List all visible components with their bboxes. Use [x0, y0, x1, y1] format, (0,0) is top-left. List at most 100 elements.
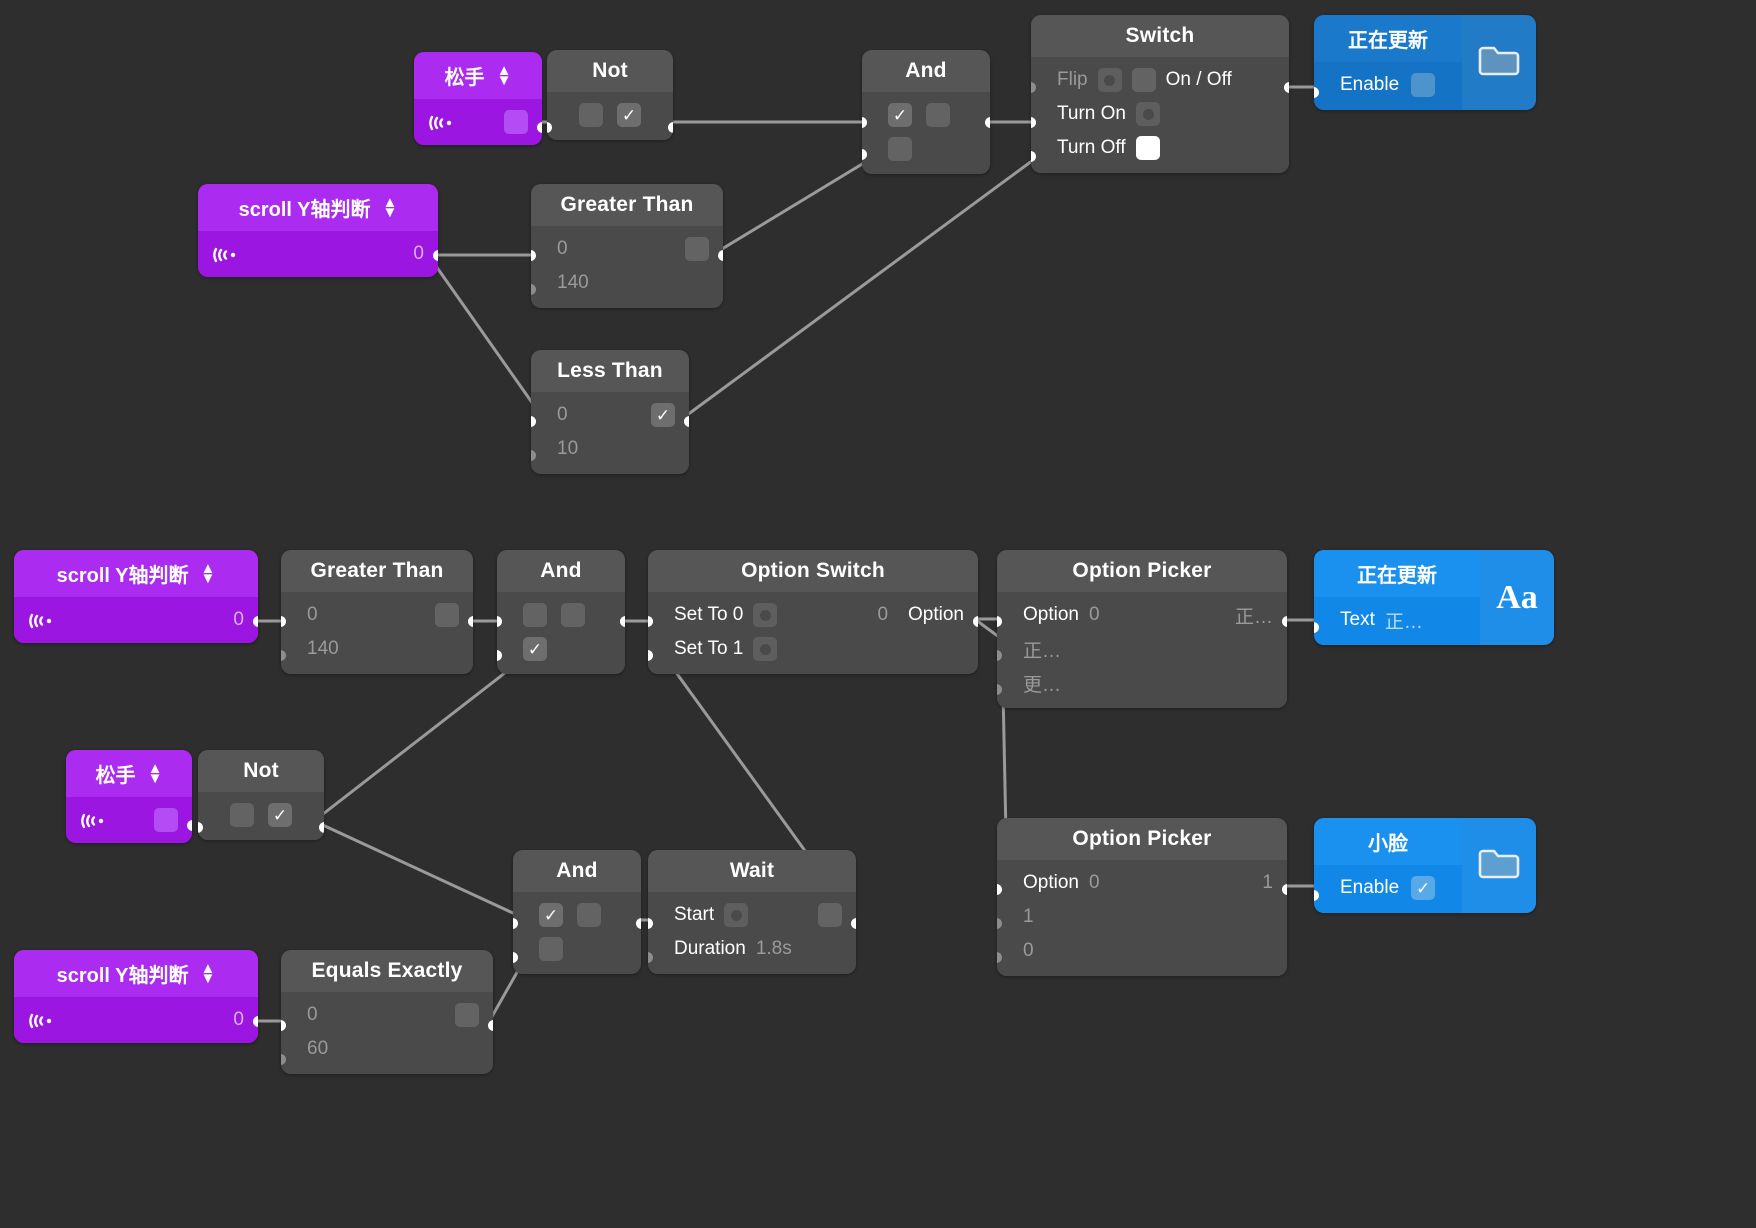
not-output-checkbox[interactable]: ✓ [268, 803, 292, 827]
chevron-updown-icon[interactable]: ▲ ▼ [148, 761, 163, 785]
trigger-state-toggle[interactable] [504, 110, 528, 134]
output-port[interactable] [718, 250, 723, 261]
output-port[interactable] [488, 1020, 493, 1031]
node-not-top[interactable]: Not ✓ [547, 50, 673, 140]
gt-input-a-value[interactable]: 0 [307, 604, 318, 626]
option-item-0[interactable]: 1 [1023, 906, 1034, 928]
and-input-2-checkbox[interactable] [539, 937, 563, 961]
node-title: Greater Than [281, 550, 473, 592]
output-port[interactable] [636, 918, 641, 929]
option-item-0[interactable]: 正… [1023, 636, 1061, 663]
output-port[interactable] [537, 122, 542, 133]
switch-flip-label: Flip [1057, 69, 1088, 90]
eq-input-a-row: 0 [281, 998, 493, 1032]
output-port[interactable] [851, 918, 856, 929]
eq-output-indicator[interactable] [455, 1003, 479, 1027]
node-trigger-release-mid[interactable]: 松手 ▲ ▼ [66, 750, 192, 843]
output-port[interactable] [468, 616, 473, 627]
output-port[interactable] [985, 117, 990, 128]
node-wait[interactable]: Wait Start Duration 1.8s [648, 850, 856, 974]
node-option-picker-top[interactable]: Option Picker Option 0 正… 正… 更… [997, 550, 1287, 708]
wait-output-indicator[interactable] [818, 903, 842, 927]
node-scroll-y-top[interactable]: scroll Y轴判断 ▲ ▼ 0 [198, 184, 438, 277]
and-input-2-checkbox[interactable] [888, 137, 912, 161]
chevron-updown-icon[interactable]: ▲ ▼ [201, 961, 216, 985]
and-input-1-checkbox[interactable]: ✓ [539, 903, 563, 927]
node-less-than-top[interactable]: Less Than 0 ✓ 10 [531, 350, 689, 474]
and-output-indicator[interactable] [926, 103, 950, 127]
node-trigger-release-top[interactable]: 松手 ▲ ▼ [414, 52, 542, 145]
node-option-picker-bottom[interactable]: Option Picker Option 0 1 1 0 [997, 818, 1287, 976]
node-body: Set To 0 0 Option Set To 1 [648, 592, 978, 674]
lt-input-b-value[interactable]: 10 [557, 438, 578, 460]
gt-input-b-value[interactable]: 140 [307, 638, 339, 660]
lt-output-checkbox[interactable]: ✓ [651, 403, 675, 427]
node-switch-top[interactable]: Switch Flip On / Off Turn On Turn Off [1031, 15, 1289, 173]
eq-input-a-value[interactable]: 0 [307, 1004, 318, 1026]
output-port[interactable] [1282, 616, 1287, 627]
node-and-mid[interactable]: And ✓ [497, 550, 625, 674]
not-row: ✓ [198, 798, 324, 832]
node-not-mid[interactable]: Not ✓ [198, 750, 324, 840]
node-and-bottom[interactable]: And ✓ [513, 850, 641, 974]
option-item-1[interactable]: 0 [1023, 940, 1034, 962]
enable-toggle[interactable]: ✓ [1411, 876, 1436, 900]
node-body: Start Duration 1.8s [648, 892, 856, 974]
option-item-1[interactable]: 更… [1023, 670, 1061, 697]
gt-output-indicator[interactable] [435, 603, 459, 627]
switch-turn-on-indicator[interactable] [1136, 102, 1160, 126]
node-scroll-y-bottom[interactable]: scroll Y轴判断 ▲ ▼ 0 [14, 950, 258, 1043]
node-greater-than-mid[interactable]: Greater Than 0 140 [281, 550, 473, 674]
lt-input-a-value[interactable]: 0 [557, 404, 568, 426]
output-port[interactable] [319, 822, 324, 833]
and-output-indicator[interactable] [577, 903, 601, 927]
node-graph-canvas[interactable]: 松手 ▲ ▼ Not ✓ And ✓ Switch Flip On / Off … [0, 0, 1756, 1228]
output-port[interactable] [1282, 884, 1287, 895]
output-port[interactable] [187, 820, 192, 831]
enable-toggle[interactable] [1411, 73, 1436, 97]
eq-input-b-value[interactable]: 60 [307, 1038, 328, 1060]
switch-flip-indicator[interactable] [1097, 68, 1122, 92]
and-input-2-checkbox[interactable]: ✓ [523, 637, 547, 661]
gt-output-indicator[interactable] [685, 237, 709, 261]
gt-input-a-value[interactable]: 0 [557, 238, 568, 260]
aa-text-icon: Aa [1496, 578, 1538, 616]
not-input-toggle[interactable] [230, 803, 254, 827]
not-output-checkbox[interactable]: ✓ [617, 103, 641, 127]
gt-input-b-value[interactable]: 140 [557, 272, 589, 294]
node-and-top[interactable]: And ✓ [862, 50, 990, 174]
and-input-1-checkbox[interactable] [523, 603, 547, 627]
and-input-1-checkbox[interactable]: ✓ [888, 103, 912, 127]
output-port[interactable] [433, 250, 438, 261]
chevron-updown-icon[interactable]: ▲ ▼ [201, 561, 216, 585]
output-port[interactable] [253, 616, 258, 627]
node-target-updating-top[interactable]: 正在更新 Enable [1314, 15, 1536, 110]
node-target-updating-mid[interactable]: 正在更新 Text 正… Aa [1314, 550, 1554, 645]
trigger-state-toggle[interactable] [154, 808, 178, 832]
set-to-1-indicator[interactable] [753, 637, 778, 661]
option-value[interactable]: 0 [1089, 872, 1100, 894]
node-scroll-y-mid[interactable]: scroll Y轴判断 ▲ ▼ 0 [14, 550, 258, 643]
output-port[interactable] [620, 616, 625, 627]
output-port-onoff[interactable] [1284, 82, 1289, 93]
wait-duration-value[interactable]: 1.8s [756, 938, 792, 960]
output-port-option[interactable] [973, 616, 978, 627]
node-body: 0 ✓ 10 [531, 392, 689, 474]
switch-turn-off-indicator[interactable] [1135, 136, 1160, 160]
chevron-updown-icon[interactable]: ▲ ▼ [497, 63, 512, 87]
node-equals-exactly[interactable]: Equals Exactly 0 60 [281, 950, 493, 1074]
not-input-toggle[interactable] [579, 103, 603, 127]
node-option-switch[interactable]: Option Switch Set To 0 0 Option Set To 1 [648, 550, 978, 674]
output-port[interactable] [253, 1016, 258, 1027]
set-to-0-indicator[interactable] [753, 603, 778, 627]
node-target-small-face[interactable]: 小脸 Enable ✓ [1314, 818, 1536, 913]
chevron-updown-icon[interactable]: ▲ ▼ [383, 195, 398, 219]
wait-start-indicator[interactable] [724, 903, 749, 927]
output-port[interactable] [668, 122, 673, 133]
output-port[interactable] [684, 416, 689, 427]
switch-onoff-toggle[interactable] [1131, 68, 1156, 92]
node-body: Flip On / Off Turn On Turn Off [1031, 57, 1289, 173]
option-value[interactable]: 0 [1089, 604, 1100, 626]
node-greater-than-top[interactable]: Greater Than 0 140 [531, 184, 723, 308]
and-output-indicator[interactable] [561, 603, 585, 627]
